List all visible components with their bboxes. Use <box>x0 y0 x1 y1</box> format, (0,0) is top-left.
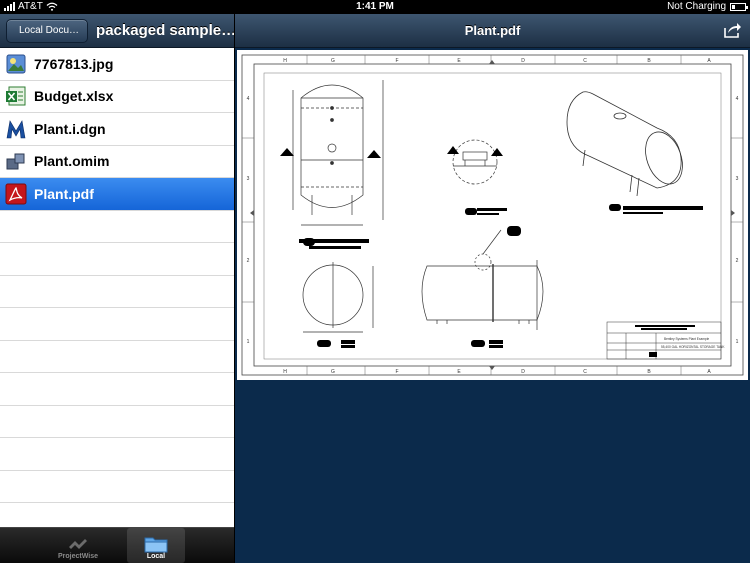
column-label: C <box>583 58 587 64</box>
battery-icon <box>730 2 748 11</box>
column-label: F <box>395 58 398 64</box>
row-label: 4 <box>736 96 739 102</box>
file-item-budget-xlsx[interactable]: Budget.xlsx <box>0 81 234 113</box>
row-label: 3 <box>736 176 739 182</box>
column-label: D <box>521 58 525 64</box>
empty-row <box>0 211 234 243</box>
projectwise-icon <box>69 539 87 549</box>
status-time: 1:41 PM <box>356 1 394 12</box>
microstation-file-icon <box>4 117 28 141</box>
title-block-item: 55,400 GAL HORIZONTAL STORAGE TANK <box>661 345 725 349</box>
row-label: 2 <box>736 258 739 264</box>
engineering-drawing: H G F E D C B A H G F E D C B A 4 3 2 1 … <box>241 54 744 376</box>
charging-status: Not Charging <box>667 1 726 12</box>
pdf-file-icon <box>4 182 28 206</box>
column-label: G <box>331 369 335 375</box>
file-name: 7767813.jpg <box>34 55 114 72</box>
column-label: H <box>283 58 287 64</box>
tab-label: Local <box>146 553 166 560</box>
column-label: F <box>395 369 398 375</box>
empty-row <box>0 471 234 503</box>
file-item-plant-omim[interactable]: Plant.omim <box>0 146 234 178</box>
row-label: 1 <box>247 339 250 345</box>
tab-local[interactable]: Local <box>127 528 185 563</box>
model-file-icon <box>4 149 28 173</box>
status-bar: AT&T 1:41 PM Not Charging <box>0 0 750 14</box>
folder-icon <box>144 537 168 553</box>
column-label: C <box>583 369 587 375</box>
back-button[interactable]: Local Docu… <box>6 18 89 43</box>
empty-row <box>0 308 234 341</box>
row-label: 3 <box>247 176 250 182</box>
empty-row <box>0 373 234 406</box>
row-label: 4 <box>247 96 250 102</box>
file-item-7767813-jpg[interactable]: 7767813.jpg <box>0 48 234 81</box>
file-list: 7767813.jpg Budget.xlsx Plant.i.dgn Plan… <box>0 48 234 536</box>
charge-indicator: Not Charging <box>667 1 748 12</box>
row-label: 1 <box>736 339 739 345</box>
image-file-icon <box>4 52 28 76</box>
file-browser-panel: Local Docu… packaged sample…. 7767813.jp… <box>0 14 234 563</box>
empty-row <box>0 341 234 373</box>
tab-label: ProjectWise <box>57 553 98 560</box>
file-name: Plant.pdf <box>34 185 94 202</box>
column-label: E <box>457 369 461 375</box>
share-icon[interactable] <box>724 22 742 38</box>
document-viewer-panel: Plant.pdf H G F E D C B A H G F E D C B … <box>234 14 750 563</box>
column-label: D <box>521 369 525 375</box>
excel-file-icon <box>4 84 28 108</box>
title-block-label: Bentley Systems Plant Example <box>664 337 709 341</box>
column-label: E <box>457 58 461 64</box>
empty-row <box>0 406 234 438</box>
file-name: Plant.omim <box>34 153 110 170</box>
row-label: 2 <box>247 258 250 264</box>
file-item-plant-pdf[interactable]: Plant.pdf <box>0 178 234 211</box>
empty-row <box>0 438 234 471</box>
file-browser-nav-bar: Local Docu… packaged sample…. <box>0 14 234 48</box>
empty-row <box>0 243 234 276</box>
pdf-page[interactable]: H G F E D C B A H G F E D C B A 4 3 2 1 … <box>237 50 748 380</box>
document-nav-bar: Plant.pdf <box>235 14 750 48</box>
file-name: Budget.xlsx <box>34 88 114 105</box>
tab-bar: ProjectWise Local <box>0 527 234 563</box>
tab-projectwise[interactable]: ProjectWise <box>49 528 107 563</box>
empty-row <box>0 276 234 308</box>
folder-title: packaged sample…. <box>96 22 234 39</box>
file-name: Plant.i.dgn <box>34 120 106 137</box>
column-label: A <box>707 58 711 64</box>
column-label: A <box>707 369 711 375</box>
file-item-plant-i-dgn[interactable]: Plant.i.dgn <box>0 113 234 146</box>
column-label: H <box>283 369 287 375</box>
column-label: B <box>647 58 651 64</box>
column-label: G <box>331 58 335 64</box>
document-title: Plant.pdf <box>464 23 521 38</box>
column-label: B <box>647 369 651 375</box>
